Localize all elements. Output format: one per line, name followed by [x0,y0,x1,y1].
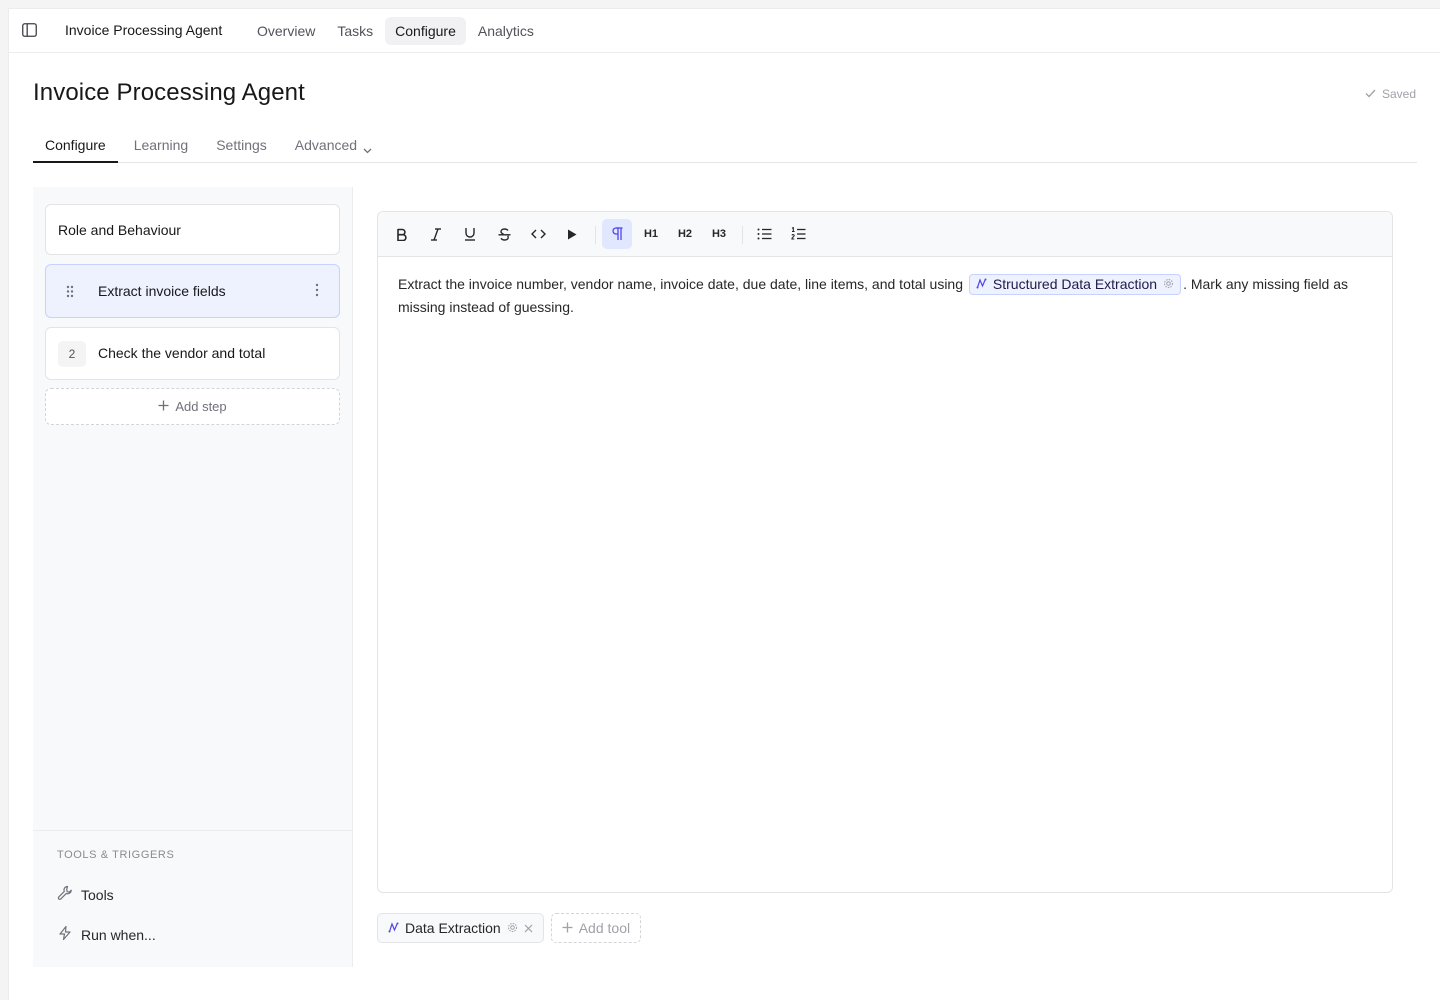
role-and-behaviour-card[interactable]: Role and Behaviour [45,204,340,255]
heading-3-icon[interactable]: H3 [704,219,734,249]
tools-triggers-section: TOOLS & TRIGGERS Tools Run when... [33,830,353,967]
nav-analytics[interactable]: Analytics [468,17,544,45]
bullet-list-icon[interactable] [749,219,779,249]
step-card-extract[interactable]: Extract invoice fields [45,264,340,318]
tools-label: Tools [81,886,114,903]
tab-configure[interactable]: Configure [33,133,118,163]
editor-content[interactable]: Extract the invoice number, vendor name,… [398,273,1373,319]
chevron-down-icon [363,141,372,157]
tool-chip-data-extraction[interactable]: Data Extraction [377,913,544,943]
add-step-label: Add step [175,399,227,414]
step-label: Extract invoice fields [98,283,226,299]
italic-icon[interactable] [421,219,451,249]
sub-tabs: Configure Learning Settings Advanced [33,133,1417,163]
tool-reference-chip[interactable]: Structured Data Extraction [968,273,1182,296]
play-icon[interactable] [557,219,587,249]
instruction-editor[interactable]: H1 H2 H3 Extract the invoice number, ven… [377,211,1393,893]
plus-icon [562,920,573,936]
underline-icon[interactable] [455,219,485,249]
app-title: Invoice Processing Agent [65,22,223,38]
lightning-icon [57,925,73,944]
step-label: Check the vendor and total [98,345,266,361]
nav-configure[interactable]: Configure [385,17,466,45]
add-step-button[interactable]: Add step [45,388,340,425]
more-options-icon[interactable] [315,283,319,302]
attached-tools: Data Extraction Add tool [377,913,642,943]
tab-advanced-label: Advanced [294,137,358,153]
code-icon[interactable] [523,219,553,249]
check-icon [1365,87,1376,101]
saved-status: Saved [1365,87,1416,101]
nav-overview[interactable]: Overview [247,17,325,45]
role-label: Role and Behaviour [58,221,181,238]
step-card-check[interactable]: 2 Check the vendor and total [45,327,340,380]
tools-link[interactable]: Tools [57,885,114,904]
tab-advanced[interactable]: Advanced [283,133,384,163]
strikethrough-icon[interactable] [489,219,519,249]
gear-icon[interactable] [1163,273,1174,296]
drag-handle-icon[interactable] [66,285,74,303]
sidebar-toggle-icon[interactable] [21,22,37,38]
close-icon[interactable] [524,920,533,936]
tab-learning[interactable]: Learning [122,133,201,163]
add-tool-button[interactable]: Add tool [550,913,642,943]
editor-toolbar: H1 H2 H3 [378,212,1392,257]
gear-icon[interactable] [507,920,518,936]
top-nav: Overview Tasks Configure Analytics [247,17,546,45]
step-number: 2 [58,341,86,367]
run-when-link[interactable]: Run when... [57,925,156,944]
add-tool-label: Add tool [578,920,631,936]
app-window: Invoice Processing Agent Overview Tasks … [8,8,1440,1000]
bold-icon[interactable] [387,219,417,249]
toolbar-divider [742,226,743,244]
tools-triggers-heading: TOOLS & TRIGGERS [57,849,175,861]
saved-label: Saved [1381,87,1416,101]
wrench-icon [57,885,73,904]
nav-tasks[interactable]: Tasks [327,17,383,45]
paragraph-icon[interactable] [602,219,632,249]
steps-panel: Role and Behaviour Extract invoice field… [33,187,353,967]
toolbar-divider [595,226,596,244]
tool-reference-label: Structured Data Extraction [992,275,1158,292]
instruction-text: Extract the invoice number, vendor name,… [398,276,963,292]
heading-1-icon[interactable]: H1 [636,219,666,249]
numbered-list-icon[interactable] [783,219,813,249]
page-title: Invoice Processing Agent [33,79,305,106]
tab-settings[interactable]: Settings [204,133,279,163]
tool-chip-label: Data Extraction [405,920,501,936]
plus-icon [158,399,169,414]
tool-link-icon [388,920,399,936]
top-bar: Invoice Processing Agent Overview Tasks … [9,9,1440,53]
tool-link-icon [976,273,987,296]
heading-2-icon[interactable]: H2 [670,219,700,249]
run-when-label: Run when... [81,926,156,943]
